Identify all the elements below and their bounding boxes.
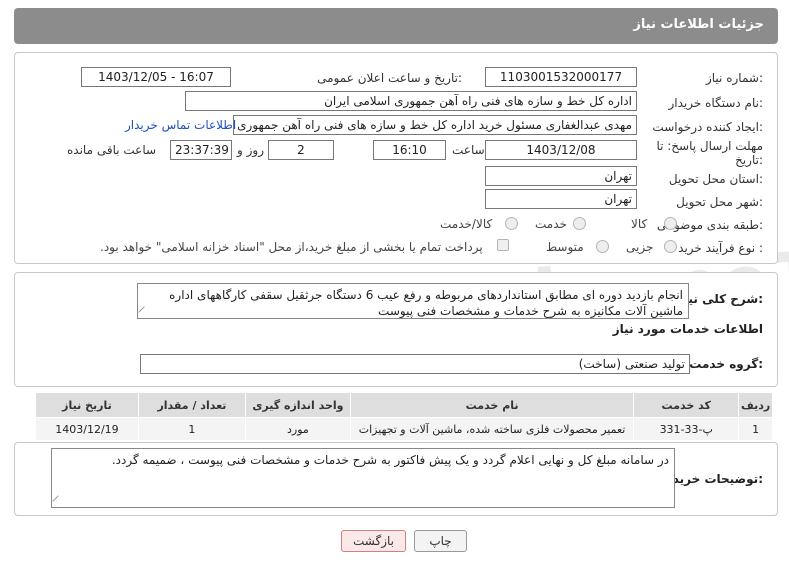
- cell-row-number: 1: [738, 417, 773, 441]
- process-type-label: نوع فرآیند خرید :: [678, 241, 763, 255]
- creator-label: ایجاد کننده درخواست:: [652, 120, 763, 134]
- service-group-label: گروه خدمت:: [689, 357, 763, 371]
- process-radio-minor[interactable]: [664, 240, 677, 253]
- need-number-label: شماره نیاز:: [705, 71, 763, 85]
- col-service-code: کد خدمت: [633, 392, 740, 418]
- buyer-org-field[interactable]: اداره کل خط و سازه های فنی راه آهن جمهور…: [185, 91, 637, 111]
- treasury-payment-note: پرداخت تمام یا بخشی از مبلغ خرید،از محل …: [100, 240, 483, 254]
- cell-service-name: تعمیر محصولات فلزی ساخته شده، ماشین آلات…: [349, 417, 635, 441]
- col-row-number: ردیف: [738, 392, 773, 418]
- province-label: استان محل تحویل:: [668, 172, 763, 186]
- buyer-org-label: نام دستگاه خریدار:: [668, 96, 764, 110]
- category-radio-goods-service[interactable]: [505, 217, 518, 230]
- process-option-minor: جزیی: [626, 240, 654, 254]
- service-group-field[interactable]: تولید صنعتی (ساخت): [140, 354, 690, 374]
- category-option-goods: کالا: [631, 217, 648, 231]
- process-radio-medium[interactable]: [596, 240, 609, 253]
- buyer-notes-label: توضیحات خریدار:: [661, 472, 763, 486]
- cell-service-code: پ-33-331: [633, 417, 740, 441]
- cell-need-date: 1403/12/19: [35, 417, 139, 441]
- creator-field[interactable]: مهدی عبدالغفاری مسئول خرید اداره کل خط و…: [233, 115, 637, 135]
- resize-handle-icon[interactable]: [52, 495, 64, 507]
- province-field[interactable]: تهران: [485, 166, 637, 186]
- back-button[interactable]: بازگشت: [341, 530, 406, 552]
- col-need-date: تاریخ نیاز: [35, 392, 139, 418]
- category-radio-service[interactable]: [573, 217, 586, 230]
- col-quantity: تعداد / مقدار: [137, 392, 246, 418]
- deadline-label: مهلت ارسال پاسخ: تا: [656, 139, 763, 153]
- deadline-date-field[interactable]: 1403/12/08: [485, 140, 637, 160]
- col-service-name: نام خدمت: [349, 392, 635, 418]
- deadline-label-date: تاریخ:: [735, 153, 763, 167]
- deadline-time-field[interactable]: 16:10: [373, 140, 446, 160]
- description-text: انجام بازدید دوره ای مطابق استانداردهای …: [169, 288, 683, 318]
- category-option-service: خدمت: [535, 217, 567, 231]
- contact-info-link[interactable]: اطلاعات تماس خریدار: [125, 118, 236, 132]
- cell-quantity: 1: [137, 417, 246, 441]
- description-textarea[interactable]: انجام بازدید دوره ای مطابق استانداردهای …: [137, 283, 689, 319]
- city-field[interactable]: تهران: [485, 189, 637, 209]
- days-label: روز و: [237, 143, 264, 157]
- category-radio-goods[interactable]: [664, 217, 677, 230]
- days-field[interactable]: 2: [268, 140, 334, 160]
- print-button[interactable]: چاپ: [414, 530, 467, 552]
- announce-field[interactable]: 1403/12/05 - 16:07: [81, 67, 231, 87]
- cell-unit: مورد: [244, 417, 351, 441]
- page-title: جزئیات اطلاعات نیاز: [633, 17, 764, 32]
- table-header-row: ردیف کد خدمت نام خدمت واحد اندازه گیری ت…: [35, 392, 773, 418]
- need-number-field[interactable]: 1103001532000177: [485, 67, 637, 87]
- col-unit: واحد اندازه گیری: [244, 392, 351, 418]
- process-option-medium: متوسط: [546, 240, 584, 254]
- announce-label: تاریخ و ساعت اعلان عمومی:: [317, 71, 462, 85]
- deadline-time-label: ساعت: [452, 143, 485, 157]
- remaining-label: ساعت باقی مانده: [67, 143, 157, 157]
- buyer-notes-text: در سامانه مبلغ کل و نهایی اعلام گردد و ی…: [111, 453, 669, 467]
- treasury-payment-checkbox[interactable]: [497, 239, 509, 251]
- services-section-title: اطلاعات خدمات مورد نیاز: [612, 322, 763, 336]
- category-option-goods-service: کالا/خدمت: [440, 217, 493, 231]
- resize-handle-icon[interactable]: [138, 306, 150, 318]
- remaining-time-field[interactable]: 23:37:39: [170, 140, 232, 160]
- page-header: جزئیات اطلاعات نیاز: [14, 8, 778, 44]
- services-table: ردیف کد خدمت نام خدمت واحد اندازه گیری ت…: [35, 392, 773, 441]
- description-label: شرح کلی نیاز:: [677, 292, 763, 306]
- city-label: شهر محل تحویل:: [676, 195, 763, 209]
- table-row[interactable]: 1 پ-33-331 تعمیر محصولات فلزی ساخته شده،…: [35, 417, 773, 441]
- buyer-notes-textarea[interactable]: در سامانه مبلغ کل و نهایی اعلام گردد و ی…: [51, 448, 675, 508]
